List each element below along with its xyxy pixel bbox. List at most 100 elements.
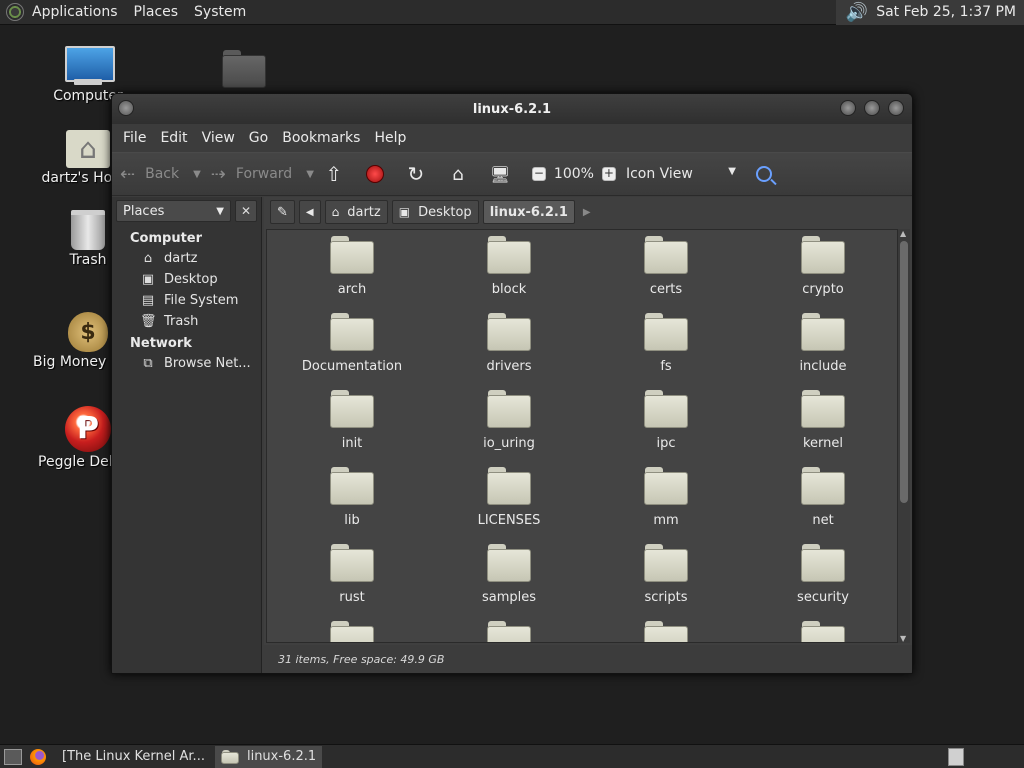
menu-view[interactable]: View	[195, 130, 242, 146]
breadcrumb-dartz[interactable]: ⌂ dartz	[324, 200, 388, 224]
file-item[interactable]: drivers	[434, 313, 584, 374]
sidebar-item-desktop[interactable]: ▣ Desktop	[112, 269, 261, 290]
scrollbar-thumb[interactable]	[900, 241, 908, 503]
sidebar-type-select[interactable]: Places ▼	[116, 200, 231, 222]
clock-area: 🔊 Sat Feb 25, 1:37 PM	[835, 0, 1024, 25]
file-item[interactable]: lib	[277, 467, 427, 528]
view-mode-select[interactable]: Icon View ▼	[626, 166, 736, 182]
system-menu[interactable]: System	[186, 0, 254, 25]
file-item-label: kernel	[802, 436, 844, 451]
toggle-location-button[interactable]: ✎	[270, 200, 295, 224]
zoom-in-button[interactable]: +	[601, 167, 616, 181]
sidebar-item-dartz[interactable]: ⌂ dartz	[112, 248, 261, 269]
file-item[interactable]	[591, 621, 741, 642]
file-item[interactable]: LICENSES	[434, 467, 584, 528]
maximize-button[interactable]	[864, 100, 880, 116]
file-item[interactable]	[434, 621, 584, 642]
places-menu[interactable]: Places	[126, 0, 187, 25]
scroll-up-arrow[interactable]: ▲	[900, 229, 906, 238]
folder-icon	[644, 544, 688, 582]
zoom-out-button[interactable]: −	[531, 167, 546, 181]
file-item[interactable]	[748, 621, 897, 642]
chevron-down-icon[interactable]: ▼	[193, 169, 201, 180]
sidebar-item-trash[interactable]: 🗑 Trash	[112, 311, 261, 332]
desktop-folder[interactable]	[222, 50, 266, 88]
folder-icon	[330, 313, 374, 351]
file-item[interactable]: io_uring	[434, 390, 584, 451]
peggle-icon: P	[65, 406, 111, 452]
file-item[interactable]	[277, 621, 427, 642]
back-button[interactable]: ⇠ Back ▼	[120, 164, 201, 185]
folder-icon	[801, 390, 845, 428]
forward-button[interactable]: ⇢ Forward ▼	[211, 164, 314, 185]
computer-icon[interactable]: 🖥	[490, 165, 510, 184]
menu-bookmarks[interactable]: Bookmarks	[275, 130, 367, 146]
task-file-manager[interactable]: linux-6.2.1	[214, 745, 323, 768]
file-item[interactable]: Documentation	[277, 313, 427, 374]
menu-edit[interactable]: Edit	[153, 130, 194, 146]
file-item[interactable]: scripts	[591, 544, 741, 605]
file-item[interactable]: include	[748, 313, 897, 374]
network-icon: ⧉	[143, 355, 153, 371]
breadcrumb-current[interactable]: linux-6.2.1	[482, 200, 575, 224]
sidebar-close-button[interactable]: ✕	[235, 200, 257, 222]
file-item-label: fs	[660, 359, 672, 374]
minimize-button[interactable]	[840, 100, 856, 116]
file-item[interactable]: security	[748, 544, 897, 605]
workspace-switcher[interactable]	[948, 747, 964, 766]
chevron-down-icon[interactable]: ▼	[306, 169, 314, 180]
status-bar: 31 items, Free space: 49.9 GB	[264, 645, 912, 673]
clock[interactable]: Sat Feb 25, 1:37 PM	[876, 4, 1016, 20]
file-item[interactable]: mm	[591, 467, 741, 528]
file-item-label: crypto	[802, 282, 844, 297]
menu-go[interactable]: Go	[242, 130, 275, 146]
up-arrow-icon[interactable]: ⇧	[324, 162, 344, 186]
file-item[interactable]: net	[748, 467, 897, 528]
zoom-level: 100%	[553, 166, 594, 182]
folder-icon	[330, 621, 374, 642]
menu-file[interactable]: File	[116, 130, 153, 146]
file-item[interactable]: arch	[277, 236, 427, 297]
window-titlebar[interactable]: linux-6.2.1	[112, 94, 912, 124]
window-title: linux-6.2.1	[472, 101, 552, 117]
file-item[interactable]: ipc	[591, 390, 741, 451]
file-item[interactable]: rust	[277, 544, 427, 605]
file-item-label: drivers	[486, 359, 532, 374]
sidebar-item-browse-network[interactable]: ⧉ Browse Net...	[112, 353, 261, 374]
file-item-label: io_uring	[483, 436, 535, 451]
menubar: File Edit View Go Bookmarks Help	[112, 124, 912, 152]
scroll-down-arrow[interactable]: ▼	[900, 634, 906, 643]
window-menu-button[interactable]	[118, 100, 134, 116]
firefox-icon[interactable]	[30, 748, 46, 765]
sidebar-item-label: dartz	[164, 251, 198, 266]
file-item[interactable]: crypto	[748, 236, 897, 297]
close-button[interactable]	[888, 100, 904, 116]
file-item[interactable]: certs	[591, 236, 741, 297]
file-item[interactable]: kernel	[748, 390, 897, 451]
applications-menu[interactable]: Applications	[24, 0, 126, 25]
breadcrumb-desktop[interactable]: ▣ Desktop	[391, 200, 479, 224]
chevron-right-icon[interactable]: ▶	[583, 207, 591, 218]
menu-help[interactable]: Help	[367, 130, 413, 146]
sidebar-item-label: Trash	[164, 314, 199, 329]
file-item[interactable]: samples	[434, 544, 584, 605]
volume-icon[interactable]: 🔊	[846, 2, 868, 23]
home-icon: ⌂	[143, 250, 153, 266]
file-item[interactable]: fs	[591, 313, 741, 374]
file-item[interactable]: init	[277, 390, 427, 451]
sidebar-item-file-system[interactable]: ▤ File System	[112, 290, 261, 311]
show-desktop-button[interactable]	[4, 748, 22, 765]
file-item[interactable]: block	[434, 236, 584, 297]
home-icon[interactable]: ⌂	[448, 164, 468, 185]
breadcrumb-label: linux-6.2.1	[489, 204, 568, 220]
task-browser[interactable]: [The Linux Kernel Ar...	[56, 746, 211, 768]
chevron-down-icon: ▼	[728, 166, 736, 177]
path-left-button[interactable]: ◀	[298, 200, 321, 224]
search-icon[interactable]	[755, 166, 772, 182]
reload-icon[interactable]: ↻	[406, 162, 426, 186]
stop-icon[interactable]	[365, 165, 384, 183]
file-item-label: ipc	[656, 436, 676, 451]
vertical-scrollbar[interactable]: ▲ ▼	[898, 229, 910, 643]
distro-logo-icon[interactable]	[6, 3, 24, 21]
file-item-label: block	[491, 282, 527, 297]
